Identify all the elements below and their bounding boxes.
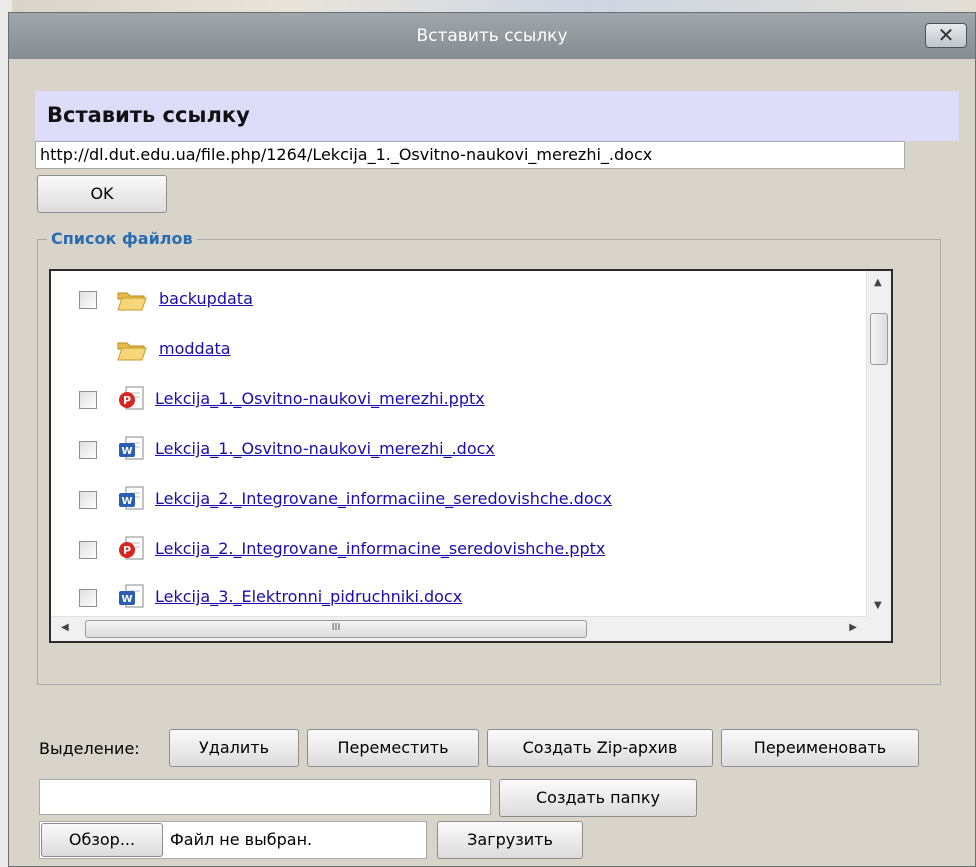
rename-button[interactable]: Переименовать <box>721 729 919 767</box>
file-list-legend: Список файлов <box>47 229 197 248</box>
insert-link-header: Вставить ссылку <box>35 91 959 141</box>
dialog-titlebar[interactable]: Вставить ссылку ✕ <box>9 13 975 60</box>
powerpoint-file-icon: P <box>119 536 144 560</box>
item-checkbox[interactable] <box>79 291 97 309</box>
word-file-icon: W <box>119 486 144 510</box>
file-list-box[interactable]: backupdata moddata P Lekcija_1._Osvitno-… <box>49 269 893 643</box>
list-item: P Lekcija_2._Integrovane_informacine_ser… <box>51 531 867 571</box>
folder-name-input[interactable] <box>39 779 491 815</box>
file-link[interactable]: Lekcija_3._Elektronni_pidruchniki.docx <box>155 587 462 606</box>
delete-button[interactable]: Удалить <box>169 729 299 767</box>
item-checkbox[interactable] <box>79 441 97 459</box>
horizontal-scroll-thumb[interactable]: III <box>85 620 587 638</box>
svg-text:W: W <box>121 496 132 507</box>
word-file-icon: W <box>119 584 144 608</box>
folder-open-icon <box>117 342 147 361</box>
list-item: W Lekcija_2._Integrovane_informaciine_se… <box>51 481 867 521</box>
file-list-viewport: backupdata moddata P Lekcija_1._Osvitno-… <box>51 271 867 617</box>
list-item: W Lekcija_3._Elektronni_pidruchniki.docx <box>51 579 867 617</box>
list-item: moddata <box>51 331 867 371</box>
selection-label: Выделение: <box>39 739 140 758</box>
file-link[interactable]: Lekcija_1._Osvitno-naukovi_merezhi.pptx <box>155 389 485 408</box>
browse-button[interactable]: Обзор... <box>41 823 163 857</box>
insert-link-dialog: Вставить ссылку ✕ Вставить ссылку http:/… <box>8 12 976 867</box>
powerpoint-file-icon: P <box>119 386 144 410</box>
folder-link[interactable]: moddata <box>159 339 231 358</box>
dialog-title: Вставить ссылку <box>416 26 568 46</box>
create-zip-button[interactable]: Создать Zip-архив <box>487 729 713 767</box>
vertical-scrollbar[interactable]: ▲ ▼ <box>866 271 891 617</box>
url-input[interactable]: http://dl.dut.edu.ua/file.php/1264/Lekci… <box>35 141 905 169</box>
file-link[interactable]: Lekcija_2._Integrovane_informaciine_sere… <box>155 489 612 508</box>
insert-link-heading: Вставить ссылку <box>47 103 250 127</box>
vertical-scroll-thumb[interactable] <box>870 313 888 365</box>
folder-link[interactable]: backupdata <box>159 289 253 308</box>
svg-text:P: P <box>123 544 131 557</box>
list-item: P Lekcija_1._Osvitno-naukovi_merezhi.ppt… <box>51 381 867 421</box>
file-link[interactable]: Lekcija_1._Osvitno-naukovi_merezhi_.docx <box>155 439 495 458</box>
scroll-right-icon[interactable]: ▶ <box>849 622 857 633</box>
scroll-left-icon[interactable]: ◀ <box>61 622 69 633</box>
svg-text:W: W <box>121 594 132 605</box>
close-button[interactable]: ✕ <box>925 23 967 48</box>
scroll-down-icon[interactable]: ▼ <box>874 600 882 611</box>
create-folder-button[interactable]: Создать папку <box>499 779 697 817</box>
upload-button[interactable]: Загрузить <box>437 821 583 859</box>
scroll-up-icon[interactable]: ▲ <box>874 277 882 288</box>
item-checkbox[interactable] <box>79 491 97 509</box>
svg-text:P: P <box>123 394 131 407</box>
folder-open-icon <box>117 292 147 311</box>
no-file-chosen-text: Файл не выбран. <box>170 830 313 849</box>
item-checkbox[interactable] <box>79 391 97 409</box>
close-icon: ✕ <box>937 23 955 47</box>
item-checkbox[interactable] <box>79 589 97 607</box>
dialog-content: Вставить ссылку http://dl.dut.edu.ua/fil… <box>9 59 975 866</box>
ok-button[interactable]: OK <box>37 175 167 213</box>
svg-text:W: W <box>121 446 132 457</box>
scrollbar-corner <box>867 617 891 641</box>
list-item: backupdata <box>51 281 867 321</box>
file-link[interactable]: Lekcija_2._Integrovane_informacine_sered… <box>155 539 605 558</box>
horizontal-scrollbar[interactable]: ◀ III ▶ <box>51 616 867 641</box>
word-file-icon: W <box>119 436 144 460</box>
item-checkbox[interactable] <box>79 541 97 559</box>
list-item: W Lekcija_1._Osvitno-naukovi_merezhi_.do… <box>51 431 867 471</box>
move-button[interactable]: Переместить <box>307 729 479 767</box>
